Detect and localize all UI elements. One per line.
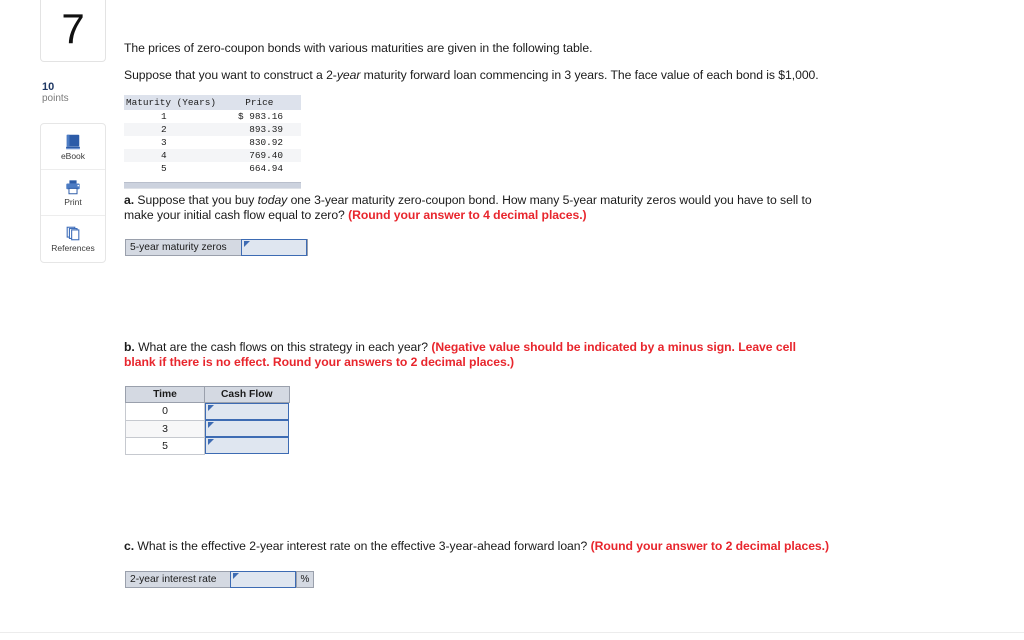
table-row: 3 bbox=[125, 419, 289, 438]
tool-print-label: Print bbox=[64, 196, 82, 207]
part-a-text: a. Suppose that you buy today one 3-year… bbox=[124, 193, 824, 223]
cell-cash-flow bbox=[205, 420, 289, 437]
points-block: 10 points bbox=[40, 81, 106, 105]
question-number-box: 7 bbox=[40, 0, 106, 62]
table-row: 2 893.39 bbox=[124, 123, 301, 136]
part-a-field-label: 5-year maturity zeros bbox=[126, 240, 241, 255]
part-a-answer-row: 5-year maturity zeros bbox=[125, 239, 308, 256]
copy-pages-icon bbox=[66, 226, 80, 241]
part-c-text: c. What is the effective 2-year interest… bbox=[124, 539, 884, 554]
part-c-marker: c. bbox=[124, 539, 135, 553]
tool-references[interactable]: References bbox=[41, 216, 105, 262]
part-b-text: b. What are the cash flows on this strat… bbox=[124, 340, 824, 370]
cell-maturity: 3 bbox=[160, 137, 167, 148]
cell-price: 893.39 bbox=[229, 123, 301, 136]
cell-time: 0 bbox=[125, 402, 205, 421]
points-value: 10 bbox=[42, 81, 55, 93]
cell-cash-flow bbox=[205, 403, 289, 420]
footer-divider bbox=[0, 632, 1024, 633]
cell-cash-flow bbox=[205, 437, 289, 454]
cash-flow-input-time-3[interactable] bbox=[205, 420, 289, 437]
cell-maturity: 1 bbox=[160, 111, 167, 122]
table-header-row: Time Cash Flow bbox=[125, 386, 290, 403]
part-c-requirement: (Round your answer to 2 decimal places.) bbox=[590, 539, 830, 553]
col-header-maturity: Maturity (Years) bbox=[124, 95, 230, 110]
tool-panel: eBook Print References bbox=[40, 123, 106, 263]
table-header-row: Maturity (Years) Price bbox=[124, 95, 301, 110]
col-header-price: Price bbox=[229, 95, 301, 110]
cash-flow-table: Time Cash Flow 0 3 5 bbox=[125, 386, 290, 455]
table-row: 5 664.94 bbox=[124, 162, 301, 175]
part-b-text-body: What are the cash flows on this strategy… bbox=[134, 340, 432, 354]
part-c-field-label: 2-year interest rate bbox=[126, 572, 230, 587]
cell-time: 3 bbox=[125, 419, 205, 438]
col-header-time: Time bbox=[125, 386, 205, 403]
table-row: 0 bbox=[125, 402, 289, 421]
part-b-marker: b. bbox=[124, 340, 135, 354]
part-a-answer-input[interactable] bbox=[241, 239, 307, 256]
table-row: 1 $ 983.16 bbox=[124, 110, 301, 123]
bond-price-table-wrapper: Maturity (Years) Price 1 $ 983.16 2 893.… bbox=[124, 95, 301, 189]
table-row: 4 769.40 bbox=[124, 149, 301, 162]
part-c-answer-input[interactable] bbox=[230, 571, 296, 588]
table-row: 3 830.92 bbox=[124, 136, 301, 149]
part-c-text-body: What is the effective 2-year interest ra… bbox=[134, 539, 591, 553]
col-header-cash-flow: Cash Flow bbox=[204, 386, 290, 403]
question-page: 7 10 points eBook Print References The p… bbox=[0, 0, 1024, 640]
cash-flow-input-time-0[interactable] bbox=[205, 403, 289, 420]
cell-price: 830.92 bbox=[249, 137, 283, 148]
intro-line-1: The prices of zero-coupon bonds with var… bbox=[124, 41, 593, 55]
cash-flow-input-time-5[interactable] bbox=[205, 437, 289, 454]
intro-line-2-post: maturity forward loan commencing in 3 ye… bbox=[360, 68, 819, 82]
cell-time: 5 bbox=[125, 436, 205, 455]
question-number: 7 bbox=[61, 4, 85, 52]
left-rail: 7 10 points eBook Print References bbox=[40, 0, 106, 263]
intro-line-2-emphasis: year bbox=[336, 68, 361, 82]
cell-maturity: 5 bbox=[160, 163, 167, 174]
cell-price: 769.40 bbox=[229, 149, 301, 162]
part-a-marker: a. bbox=[124, 193, 135, 207]
part-a-requirement: (Round your answer to 4 decimal places.) bbox=[348, 208, 587, 222]
bond-price-table: Maturity (Years) Price 1 $ 983.16 2 893.… bbox=[124, 95, 301, 175]
cell-price: 664.94 bbox=[249, 163, 283, 174]
cell-price: $ 983.16 bbox=[237, 111, 283, 122]
tool-references-label: References bbox=[51, 243, 95, 253]
part-a-emphasis: today bbox=[257, 193, 288, 207]
tool-ebook[interactable]: eBook bbox=[41, 124, 105, 170]
part-c-unit-percent: % bbox=[296, 572, 313, 587]
cash-flow-table-wrapper: Time Cash Flow 0 3 5 bbox=[125, 386, 290, 455]
part-a-text-pre: Suppose that you buy bbox=[134, 193, 258, 207]
book-icon bbox=[66, 134, 80, 149]
printer-icon bbox=[66, 179, 80, 194]
intro-line-2: Suppose that you want to construct a 2-y… bbox=[124, 68, 824, 83]
cell-maturity: 4 bbox=[124, 149, 230, 162]
tool-ebook-label: eBook bbox=[60, 150, 86, 161]
cell-maturity: 2 bbox=[124, 123, 230, 136]
points-label: points bbox=[42, 93, 69, 104]
bond-table-horizontal-scrollbar[interactable] bbox=[124, 182, 301, 189]
part-c-answer-row: 2-year interest rate % bbox=[125, 571, 314, 588]
intro-line-2-pre: Suppose that you want to construct a 2- bbox=[124, 68, 337, 82]
tool-print[interactable]: Print bbox=[41, 170, 105, 216]
table-row: 5 bbox=[125, 436, 289, 455]
